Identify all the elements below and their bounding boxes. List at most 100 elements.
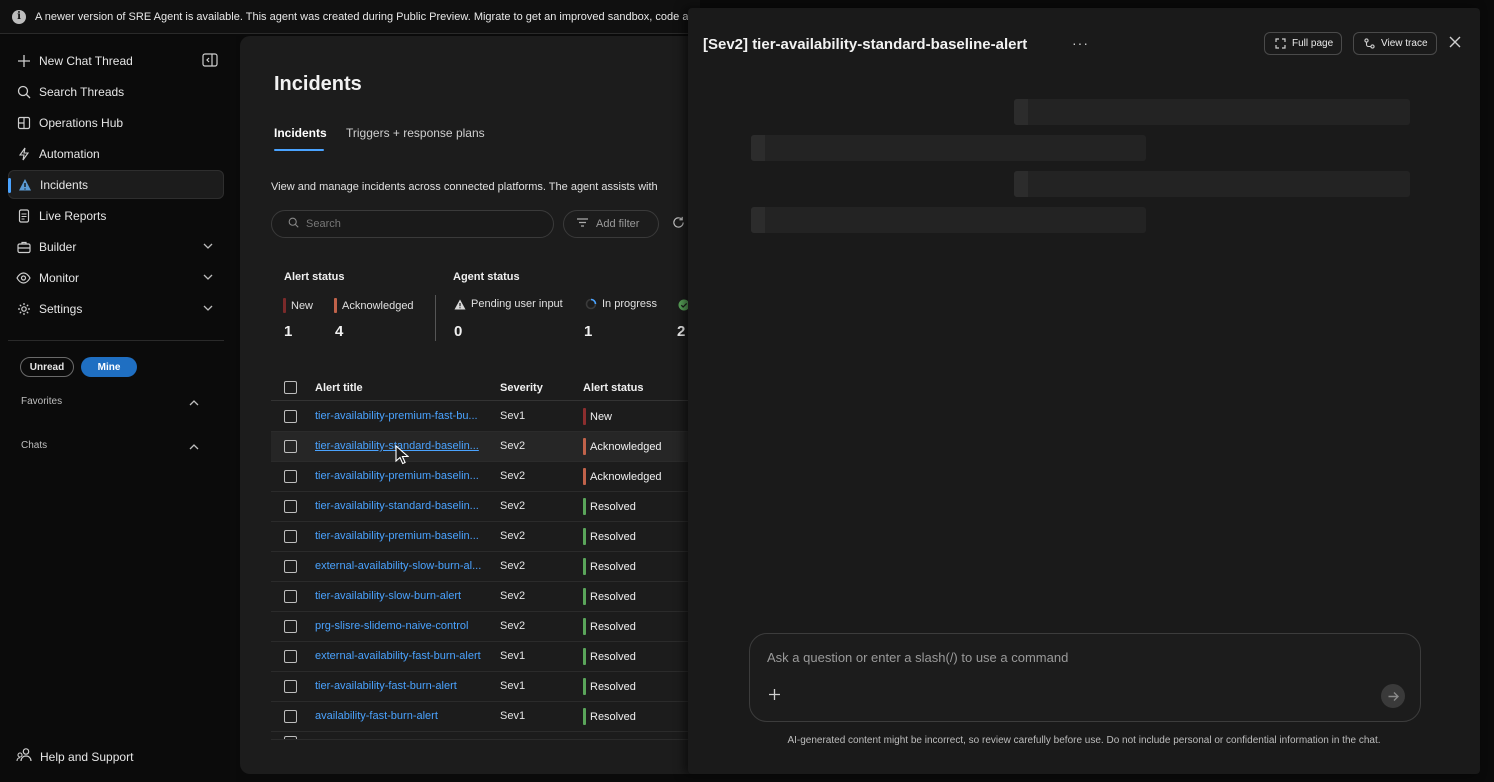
help-label: Help and Support — [40, 749, 134, 764]
alert-status-acknowledged[interactable]: Acknowledged — [334, 298, 414, 313]
sidebar-item-live-reports[interactable]: Live Reports — [8, 201, 224, 230]
alert-title-link[interactable]: external-availability-fast-burn-alert — [315, 650, 481, 662]
alert-title-link[interactable]: tier-availability-slow-burn-alert — [315, 590, 461, 602]
status-color-bar — [583, 708, 586, 725]
chat-input[interactable] — [767, 650, 1347, 665]
loading-skeleton — [751, 207, 1146, 233]
sidebar-item-monitor[interactable]: Monitor — [8, 263, 224, 292]
table-row[interactable]: external-availability-slow-burn-al... Sev… — [271, 552, 700, 582]
unread-filter-button[interactable]: Unread — [20, 357, 74, 377]
search-input[interactable]: Search — [306, 218, 341, 230]
severity-cell: Sev2 — [500, 590, 526, 602]
table-row[interactable]: tier-availability-slow-burn-alert Sev2 Res… — [271, 582, 700, 612]
alert-title-link[interactable]: external-availability-slow-burn-al... — [315, 560, 481, 572]
row-checkbox[interactable] — [284, 500, 297, 513]
sidebar-item-new-chat-thread[interactable]: New Chat Thread — [8, 46, 224, 75]
table-row-partial — [271, 732, 700, 740]
status-color-bar — [583, 558, 586, 575]
help-and-support-link[interactable]: Help and Support — [16, 747, 133, 766]
sidebar-item-label: Builder — [39, 239, 77, 254]
favorites-header[interactable]: Favorites — [21, 396, 62, 407]
table-row[interactable]: prg-slisre-slidemo-naive-control Sev2 Reso… — [271, 612, 700, 642]
alert-new-count: 1 — [284, 323, 293, 340]
alert-title-link[interactable]: prg-slisre-slidemo-naive-control — [315, 620, 468, 632]
row-checkbox[interactable] — [284, 620, 297, 633]
sidebar-item-automation[interactable]: Automation — [8, 139, 224, 168]
search-box[interactable]: Search — [271, 210, 554, 238]
refresh-icon[interactable] — [672, 216, 685, 234]
table-row[interactable]: tier-availability-premium-fast-bu... Sev1… — [271, 402, 700, 432]
table-row[interactable]: availability-fast-burn-alert Sev1 Resolved — [271, 702, 700, 732]
status-label: Resolved — [590, 620, 636, 633]
status-cell: Resolved — [583, 708, 636, 725]
row-checkbox[interactable] — [284, 680, 297, 693]
status-label: Resolved — [590, 710, 636, 723]
stat-label: Acknowledged — [342, 299, 414, 312]
table-row[interactable]: tier-availability-premium-baselin... Sev2… — [271, 522, 700, 552]
full-page-label: Full page — [1292, 38, 1334, 49]
sidebar-item-search-threads[interactable]: Search Threads — [8, 77, 224, 106]
status-color-bar — [583, 498, 586, 515]
sidebar-item-settings[interactable]: Settings — [8, 294, 224, 323]
agent-status-label: Agent status — [453, 271, 520, 283]
table-row[interactable]: tier-availability-premium-baselin... Sev2… — [271, 462, 700, 492]
alert-title-link[interactable]: tier-availability-premium-fast-bu... — [315, 410, 478, 422]
status-label: Resolved — [590, 530, 636, 543]
row-checkbox[interactable] — [284, 560, 297, 573]
chevron-up-icon[interactable] — [188, 396, 200, 414]
eye-icon — [16, 270, 31, 285]
sidebar-item-builder[interactable]: Builder — [8, 232, 224, 261]
alert-title-link[interactable]: tier-availability-standard-baselin... — [315, 500, 479, 512]
table-row[interactable]: tier-availability-standard-baselin... Sev… — [271, 492, 700, 522]
status-label: New — [590, 410, 613, 423]
attach-plus-icon[interactable] — [768, 688, 781, 706]
send-button[interactable] — [1381, 684, 1405, 708]
tab-triggers-response-plans[interactable]: Triggers + response plans — [346, 126, 485, 140]
row-checkbox[interactable] — [284, 410, 297, 423]
select-all-checkbox[interactable] — [284, 381, 297, 394]
more-options-button[interactable]: ··· — [1072, 35, 1089, 51]
table-row[interactable]: tier-availability-fast-burn-alert Sev1 Res… — [271, 672, 700, 702]
close-icon[interactable] — [1448, 35, 1462, 54]
incidents-page: Incidents Incidents Triggers + response … — [240, 36, 700, 774]
row-checkbox[interactable] — [284, 710, 297, 723]
column-alert-status[interactable]: Alert status — [583, 382, 644, 394]
tab-incidents[interactable]: Incidents — [274, 126, 327, 140]
chevron-up-icon[interactable] — [188, 440, 200, 458]
table-row[interactable]: external-availability-fast-burn-alert Sev… — [271, 642, 700, 672]
book-icon — [16, 115, 31, 130]
incident-detail-panel: [Sev2] tier-availability-standard-baseli… — [688, 8, 1480, 774]
column-severity[interactable]: Severity — [500, 382, 543, 394]
sidebar-item-label: Settings — [39, 301, 83, 316]
status-color-bar — [583, 588, 586, 605]
view-trace-button[interactable]: View trace — [1353, 32, 1437, 55]
alert-title-link[interactable]: availability-fast-burn-alert — [315, 710, 438, 722]
row-checkbox[interactable] — [284, 650, 297, 663]
row-checkbox[interactable] — [284, 530, 297, 543]
collapse-sidebar-icon[interactable] — [202, 53, 218, 72]
status-label: Acknowledged — [590, 440, 662, 453]
sidebar-item-incidents[interactable]: Incidents — [8, 170, 224, 199]
agent-status-pending[interactable]: Pending user input — [454, 298, 563, 310]
alert-title-link[interactable]: tier-availability-fast-burn-alert — [315, 680, 457, 692]
row-checkbox[interactable] — [284, 590, 297, 603]
status-cell: Acknowledged — [583, 438, 662, 455]
mine-filter-button[interactable]: Mine — [81, 357, 137, 377]
status-cell: Resolved — [583, 558, 636, 575]
chats-header[interactable]: Chats — [21, 440, 47, 451]
status-color-bar — [583, 408, 586, 425]
alert-status-new[interactable]: New — [283, 298, 313, 313]
column-alert-title[interactable]: Alert title — [315, 382, 363, 394]
severity-cell: Sev2 — [500, 500, 526, 512]
alert-title-link[interactable]: tier-availability-premium-baselin... — [315, 470, 479, 482]
status-divider — [435, 295, 436, 341]
table-row[interactable]: tier-availability-standard-baselin... Sev… — [271, 432, 700, 462]
sidebar-item-operations-hub[interactable]: Operations Hub — [8, 108, 224, 137]
row-checkbox[interactable] — [284, 440, 297, 453]
panel-title: [Sev2] tier-availability-standard-baseli… — [703, 36, 1028, 53]
alert-title-link[interactable]: tier-availability-premium-baselin... — [315, 530, 479, 542]
agent-status-in-progress[interactable]: In progress — [585, 298, 657, 310]
row-checkbox[interactable] — [284, 470, 297, 483]
full-page-button[interactable]: Full page — [1264, 32, 1343, 55]
add-filter-button[interactable]: Add filter — [563, 210, 659, 238]
